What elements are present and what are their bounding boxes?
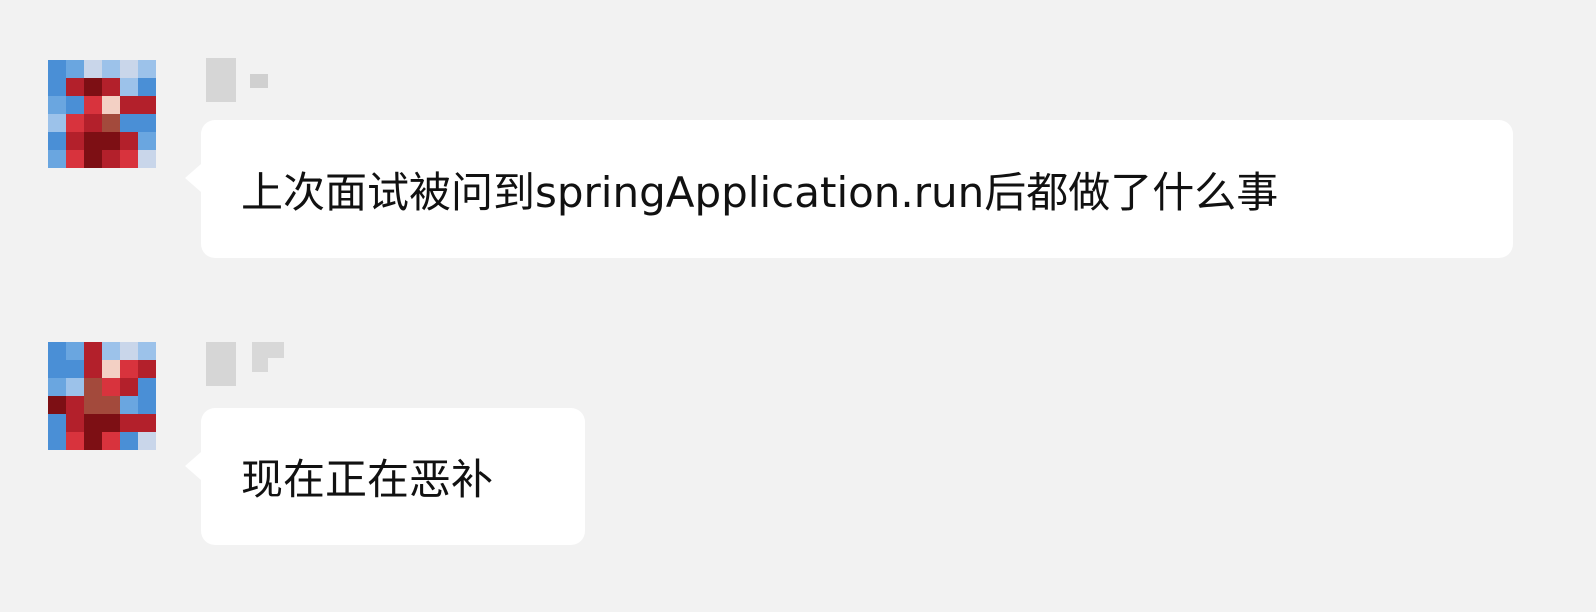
message-text: 现在正在恶补 <box>241 455 494 504</box>
sender-name-redacted <box>206 58 286 102</box>
message-bubble[interactable]: 现在正在恶补 <box>185 408 585 545</box>
avatar[interactable] <box>48 342 156 450</box>
avatar[interactable] <box>48 60 156 168</box>
sender-name-redacted <box>206 342 286 386</box>
message-bubble[interactable]: 上次面试被问到springApplication.run后都做了什么事 <box>185 120 1513 258</box>
message-text: 上次面试被问到springApplication.run后都做了什么事 <box>241 167 1279 217</box>
